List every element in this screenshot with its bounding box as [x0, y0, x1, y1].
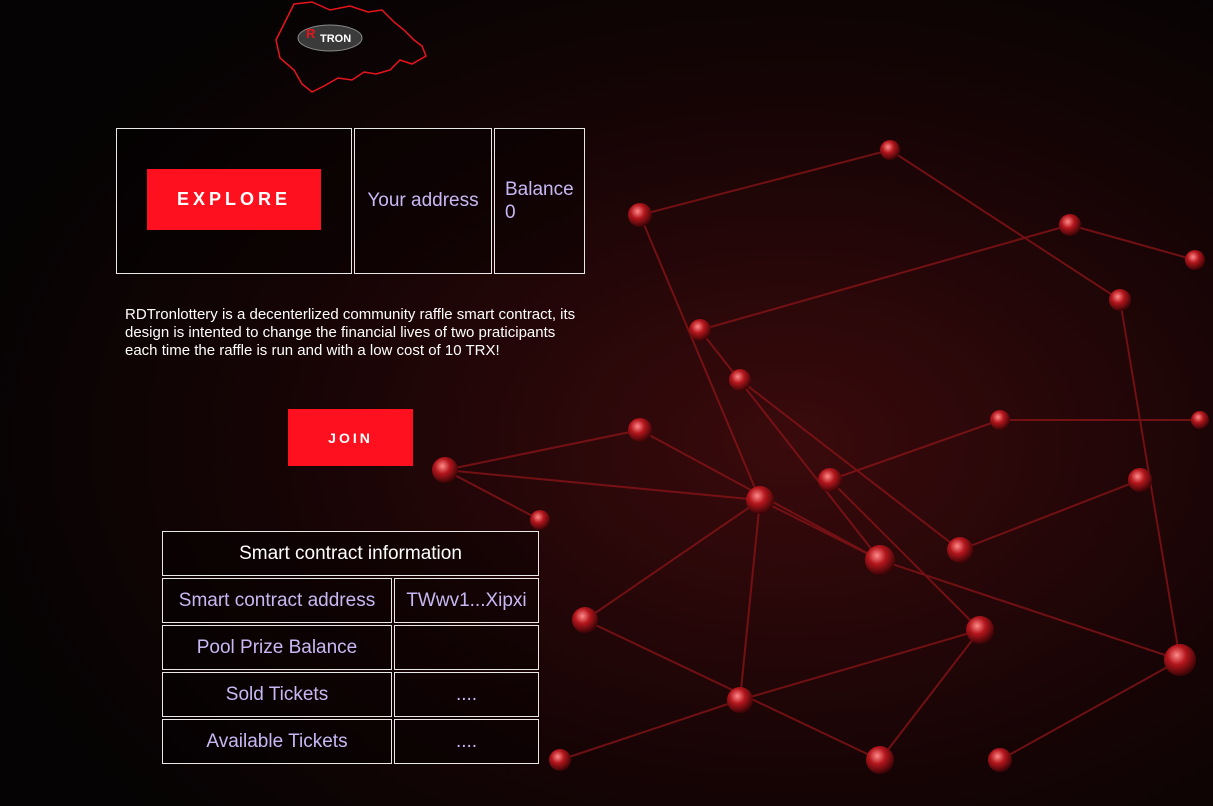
available-tickets-label: Available Tickets: [162, 719, 392, 764]
svg-text:TRON: TRON: [320, 33, 351, 45]
sold-tickets-label: Sold Tickets: [162, 672, 392, 717]
rd-tron-logo[interactable]: TRON R: [272, 0, 430, 96]
contract-address-value[interactable]: TWwv1...Xipxi: [394, 578, 539, 623]
contract-address-label: Smart contract address: [162, 578, 392, 623]
dominican-map-logo-icon: TRON R: [275, 1, 427, 93]
sold-tickets-value: ....: [394, 672, 539, 717]
pool-prize-label: Pool Prize Balance: [162, 625, 392, 670]
explore-panel: EXPLORE: [116, 128, 352, 274]
svg-text:R: R: [306, 26, 316, 41]
available-tickets-value: ....: [394, 719, 539, 764]
address-label: Your address: [367, 190, 479, 211]
contract-info-title: Smart contract information: [162, 531, 539, 576]
balance-label: Balance: [505, 179, 574, 200]
address-panel: Your address: [354, 128, 492, 274]
description-text: RDTronlottery is a decenterlized communi…: [125, 306, 576, 359]
balance-value: 0: [505, 202, 516, 223]
balance-panel: Balance 0: [494, 128, 585, 274]
join-button[interactable]: JOIN: [288, 409, 413, 466]
pool-prize-value: [394, 625, 539, 670]
explore-button[interactable]: EXPLORE: [147, 169, 321, 230]
